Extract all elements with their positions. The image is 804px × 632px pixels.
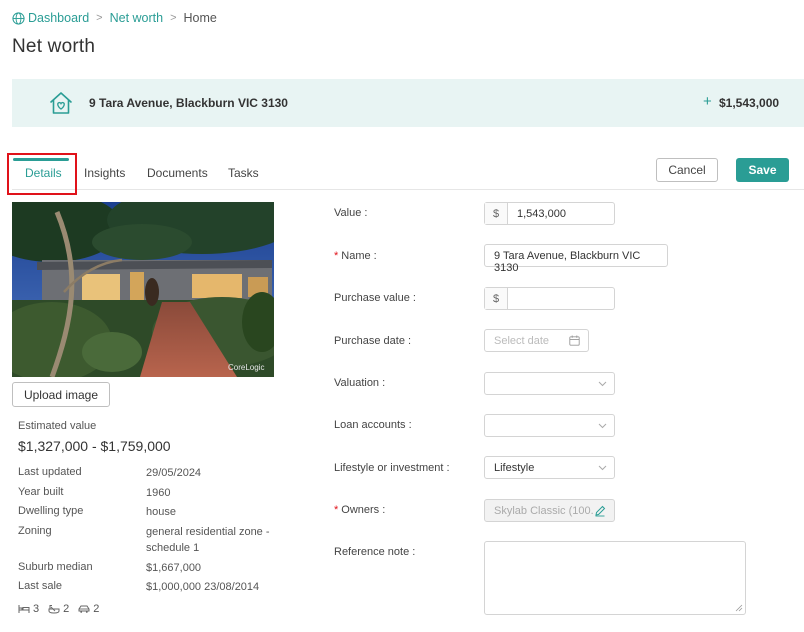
upload-image-button[interactable]: Upload image [12, 382, 110, 407]
resize-grip-icon[interactable] [735, 604, 743, 612]
breadcrumb-current: Home [183, 11, 217, 25]
last-updated-label: Last updated [18, 466, 82, 478]
currency-prefix: $ [485, 203, 508, 224]
page-title: Net worth [12, 36, 96, 57]
chevron-down-icon [598, 381, 607, 387]
required-marker: * [334, 504, 339, 516]
cancel-button[interactable]: Cancel [656, 158, 718, 182]
valuation-label: Valuation : [334, 377, 386, 389]
owners-label-text: Owners : [341, 504, 386, 516]
asset-banner: 9 Tara Avenue, Blackburn VIC 3130 + $1,5… [12, 79, 804, 127]
purchase-date-picker[interactable]: Select date [484, 329, 589, 352]
tab-documents[interactable]: Documents [147, 166, 208, 180]
last-updated-value: 29/05/2024 [146, 467, 202, 479]
name-label-text: Name : [341, 250, 377, 262]
breadcrumb-dashboard-link[interactable]: Dashboard [12, 11, 89, 25]
bed-icon [18, 605, 30, 613]
value-label: Value : [334, 207, 368, 219]
owners-label: * Owners : [334, 504, 385, 516]
chevron-down-icon [598, 465, 607, 471]
reference-note-textarea[interactable] [484, 541, 746, 615]
house-heart-icon [50, 92, 72, 114]
lifestyle-label: Lifestyle or investment : [334, 462, 450, 474]
tab-tasks[interactable]: Tasks [228, 166, 259, 180]
value-input-text: 1,543,000 [517, 208, 566, 220]
tab-insights[interactable]: Insights [84, 166, 125, 180]
purchase-date-label: Purchase date : [334, 335, 412, 347]
bath-icon [48, 605, 60, 614]
chevron-down-icon [598, 423, 607, 429]
breadcrumb: Dashboard > Net worth > Home [12, 10, 217, 26]
year-built-value: 1960 [146, 487, 171, 499]
save-button[interactable]: Save [736, 158, 789, 182]
lifestyle-select-text: Lifestyle [494, 462, 535, 474]
plus-icon[interactable]: + [703, 93, 712, 110]
lifestyle-select[interactable]: Lifestyle [484, 456, 615, 479]
value-input[interactable]: $ 1,543,000 [484, 202, 615, 225]
required-marker: * [334, 250, 339, 262]
dwelling-type-value: house [146, 506, 176, 518]
tab-details[interactable]: Details [25, 166, 62, 180]
owners-field[interactable]: Skylab Classic (100.0 [484, 499, 615, 522]
last-sale-label: Last sale [18, 580, 63, 592]
breadcrumb-net-worth-link[interactable]: Net worth [110, 11, 164, 25]
estimated-value: $1,327,000 - $1,759,000 [18, 438, 171, 454]
dwelling-type-label: Dwelling type [18, 505, 84, 517]
currency-prefix: $ [485, 288, 508, 309]
valuation-select[interactable] [484, 372, 615, 395]
breadcrumb-dashboard-label: Dashboard [28, 11, 90, 25]
banner-value: $1,543,000 [719, 96, 780, 110]
zoning-label: Zoning [18, 525, 52, 537]
tab-active-indicator [13, 158, 69, 161]
purchase-value-label: Purchase value : [334, 292, 416, 304]
property-features: 3 2 2 [18, 603, 108, 615]
photo-watermark: CoreLogic [228, 363, 264, 372]
pencil-icon[interactable] [594, 505, 606, 517]
loan-accounts-label: Loan accounts : [334, 419, 412, 431]
breadcrumb-separator: > [96, 12, 103, 24]
name-label: * Name : [334, 250, 377, 262]
banner-address: 9 Tara Avenue, Blackburn VIC 3130 [89, 96, 288, 110]
purchase-value-input[interactable]: $ [484, 287, 615, 310]
breadcrumb-separator: > [170, 12, 177, 24]
purchase-date-placeholder: Select date [494, 335, 550, 347]
name-input-text: 9 Tara Avenue, Blackburn VIC 3130 [494, 250, 641, 274]
zoning-value: general residential zone - schedule 1 [146, 526, 270, 554]
globe-icon [12, 11, 25, 25]
property-photo: CoreLogic [12, 202, 274, 377]
calendar-icon [569, 335, 580, 346]
suburb-median-label: Suburb median [18, 561, 93, 573]
loan-accounts-select[interactable] [484, 414, 615, 437]
suburb-median-value: $1,667,000 [146, 562, 202, 574]
car-icon [78, 605, 90, 613]
name-input[interactable]: 9 Tara Avenue, Blackburn VIC 3130 [484, 244, 668, 274]
bed-count: 3 [33, 603, 40, 615]
estimated-value-label: Estimated value [18, 420, 97, 432]
bath-count: 2 [63, 603, 70, 615]
year-built-label: Year built [18, 486, 64, 498]
last-sale-value: $1,000,000 23/08/2014 [146, 581, 260, 593]
owners-field-text: Skylab Classic (100.0 [494, 505, 600, 517]
car-count: 2 [93, 603, 100, 615]
reference-note-label: Reference note : [334, 546, 416, 558]
